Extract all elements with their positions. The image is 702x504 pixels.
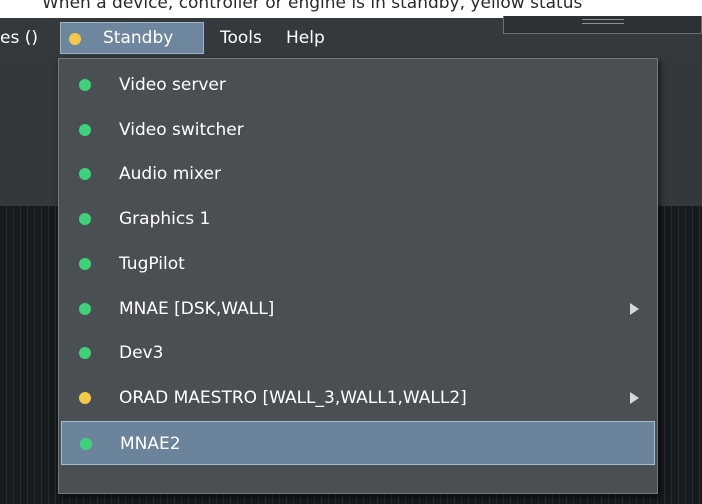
grip-handle-icon[interactable] — [582, 19, 624, 24]
status-dot-icon — [79, 392, 91, 404]
dropdown-item-label: Dev3 — [119, 343, 164, 363]
dropdown-item-label: MNAE [DSK,WALL] — [119, 299, 275, 319]
menu-tools-label: Tools — [220, 28, 262, 48]
dropdown-item-label: MNAE2 — [120, 434, 181, 454]
standby-dropdown-menu: Video server Video switcher Audio mixer Gra… — [58, 58, 658, 494]
status-dot-icon — [79, 213, 91, 225]
standby-status-dot-icon — [69, 33, 81, 45]
dropdown-item[interactable]: MNAE2 — [61, 421, 655, 465]
dropdown-item-label: TugPilot — [119, 254, 185, 274]
menu-standby[interactable]: Standby — [60, 22, 204, 54]
status-dot-icon — [79, 79, 91, 91]
status-dot-icon — [79, 124, 91, 136]
menu-help[interactable]: Help — [286, 22, 325, 54]
dropdown-item-label: Video server — [119, 75, 226, 95]
caption-text: When a device, controller or engine is i… — [42, 0, 583, 13]
dropdown-item-label: Video switcher — [119, 120, 244, 140]
window-title-box — [503, 16, 702, 34]
menu-standby-label: Standby — [103, 28, 174, 48]
menu-previous-label: es () — [0, 28, 38, 48]
dropdown-item[interactable]: Audio mixer — [61, 152, 655, 196]
dropdown-item[interactable]: ORAD MAESTRO [WALL_3,WALL1,WALL2] — [61, 376, 655, 420]
menu-help-label: Help — [286, 28, 325, 48]
dropdown-item-label: Audio mixer — [119, 164, 221, 184]
status-dot-icon — [80, 438, 92, 450]
status-dot-icon — [79, 168, 91, 180]
dropdown-item-label: Graphics 1 — [119, 209, 211, 229]
menu-bar: es () Standby Tools Help — [0, 16, 702, 58]
dropdown-item[interactable]: TugPilot — [61, 242, 655, 286]
status-dot-icon — [79, 258, 91, 270]
submenu-arrow-icon — [630, 392, 639, 404]
status-dot-icon — [79, 303, 91, 315]
submenu-arrow-icon — [630, 303, 639, 315]
dropdown-item-label: ORAD MAESTRO [WALL_3,WALL1,WALL2] — [119, 388, 467, 408]
dropdown-item[interactable]: Video server — [61, 63, 655, 107]
dropdown-item[interactable]: Video switcher — [61, 108, 655, 152]
menu-tools[interactable]: Tools — [220, 22, 262, 54]
dropdown-item[interactable]: Graphics 1 — [61, 197, 655, 241]
dropdown-item[interactable]: Dev3 — [61, 331, 655, 375]
menu-previous[interactable]: es () — [0, 22, 38, 54]
status-dot-icon — [79, 347, 91, 359]
dropdown-item[interactable]: MNAE [DSK,WALL] — [61, 287, 655, 331]
app-window: es () Standby Tools Help Video server Vid… — [0, 16, 702, 504]
